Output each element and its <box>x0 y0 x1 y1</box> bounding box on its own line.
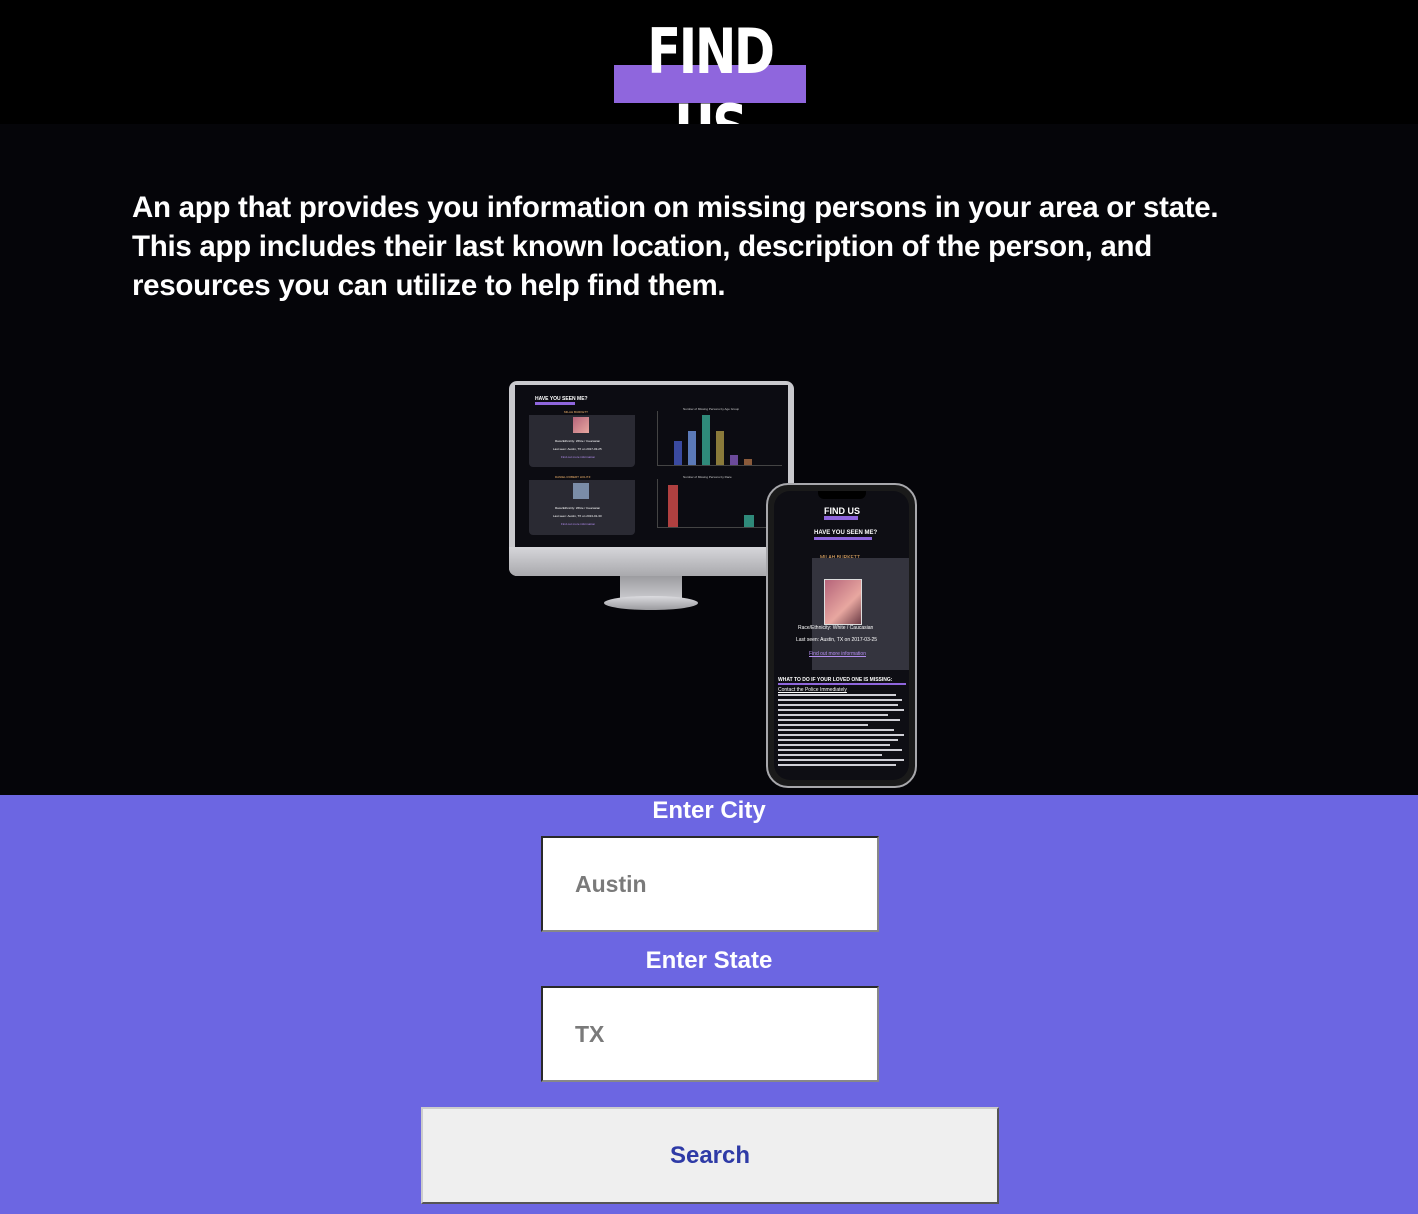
city-label: Enter City <box>652 797 766 824</box>
desktop-chart1-bar <box>730 455 738 465</box>
desktop-person2-name: DANIEL ROBERT HOLITZ <box>555 475 591 479</box>
phone-more-info-link[interactable]: Find out more information <box>809 650 866 658</box>
app-description: An app that provides you information on … <box>132 191 1219 302</box>
phone-title: FIND US <box>824 506 860 516</box>
phone-person-photo <box>824 579 862 625</box>
phone-section-underline <box>778 683 906 685</box>
phone-heading-underline <box>814 537 872 540</box>
monitor-chin <box>509 547 794 576</box>
desktop-person1-seen: Last seen: Austin, TX on 2017-03-25 <box>553 447 602 451</box>
phone-device: FIND US HAVE YOU SEEN ME? MILAH BURKETT … <box>766 483 917 788</box>
phone-notch <box>818 491 866 499</box>
desktop-heading-underline <box>535 402 575 405</box>
desktop-chart1-bar <box>716 431 724 465</box>
desktop-person2-photo <box>573 483 589 499</box>
phone-last-seen: Last seen: Austin, TX on 2017-03-25 <box>796 637 878 643</box>
monitor-stand <box>620 576 682 598</box>
desktop-person1-link[interactable]: Find out more information <box>561 455 595 459</box>
phone-heading: HAVE YOU SEEN ME? <box>814 530 878 536</box>
phone-section-subheading: Contact the Police Immediately <box>778 687 847 693</box>
monitor-stand-base <box>604 596 698 610</box>
desktop-chart1-bar <box>688 431 696 465</box>
desktop-monitor: HAVE YOU SEEN ME? MILAH BURKETT Race/Eth… <box>509 381 794 576</box>
phone-person-race: Race/Ethnicity: White / Caucasian <box>798 625 874 631</box>
desktop-chart2 <box>657 479 782 528</box>
desktop-chart1-bar <box>702 415 710 465</box>
desktop-chart1-bar <box>674 441 682 465</box>
desktop-person1-photo <box>573 417 589 433</box>
desktop-screen: HAVE YOU SEEN ME? MILAH BURKETT Race/Eth… <box>515 385 788 547</box>
desktop-chart1 <box>657 411 782 466</box>
desktop-person2-race: Race/Ethnicity: White / Caucasian <box>555 506 601 510</box>
desktop-chart2-bar <box>668 485 678 527</box>
title-block: FIND US <box>614 14 806 164</box>
state-input[interactable] <box>541 986 879 1082</box>
phone-screen: FIND US HAVE YOU SEEN ME? MILAH BURKETT … <box>774 491 909 780</box>
desktop-person1-race: Race/Ethnicity: White / Caucasian <box>555 439 601 443</box>
desktop-person2-link[interactable]: Find out more information <box>561 522 595 526</box>
desktop-chart2-bar <box>744 515 754 527</box>
page-header: FIND US <box>0 0 1418 164</box>
city-input[interactable] <box>541 836 879 932</box>
phone-title-underline <box>824 516 858 520</box>
state-label: Enter State <box>645 947 773 974</box>
phone-body-text <box>778 694 906 769</box>
desktop-person2-seen: Last seen: Austin, TX on 2013-01-30 <box>553 514 602 518</box>
desktop-person1-name: MILAH BURKETT <box>564 410 589 414</box>
search-button[interactable]: Search <box>421 1107 999 1204</box>
desktop-chart1-bar <box>744 459 752 465</box>
